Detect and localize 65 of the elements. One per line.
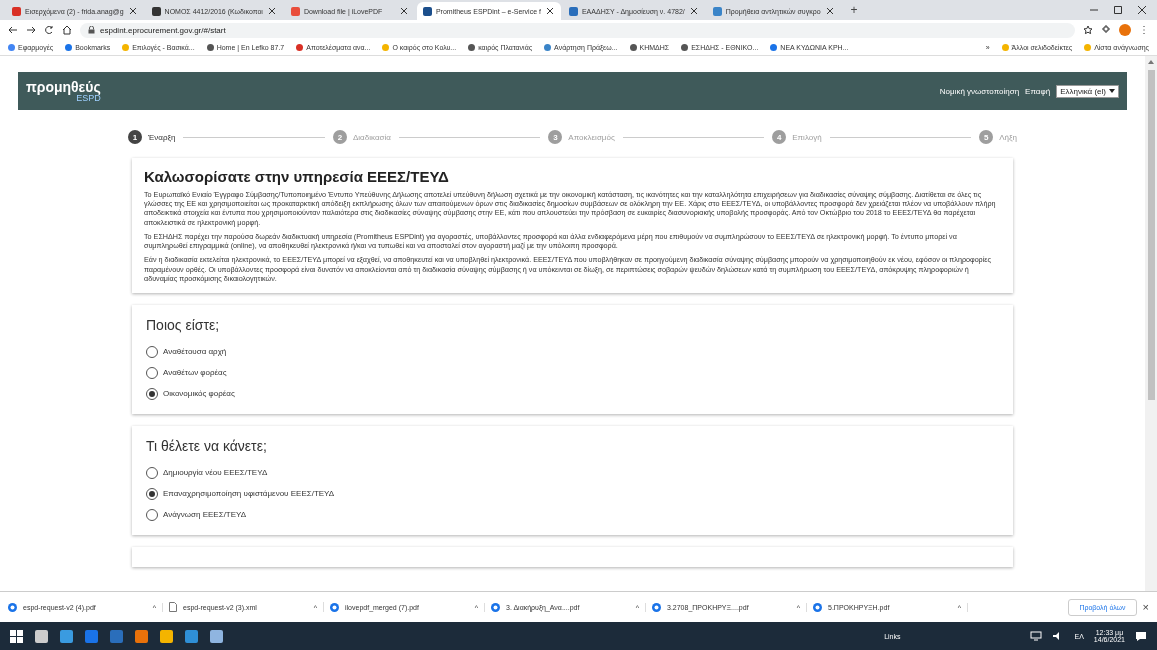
header-link[interactable]: Νομική γνωστοποίηση	[939, 86, 1020, 96]
radio-option[interactable]: Οικονομικός φορέας	[146, 387, 999, 400]
dropdown-caret-icon	[1109, 89, 1115, 93]
new-tab-button[interactable]: +	[842, 3, 866, 17]
language-select[interactable]: Ελληνικά (el)	[1056, 84, 1119, 98]
close-tab-icon[interactable]	[398, 6, 409, 16]
step-number: 1	[128, 130, 142, 144]
intro-title: Καλωσορίσατε στην υπηρεσία ΕΕΕΣ/ΤΕΥΔ	[144, 168, 450, 185]
windows-logo-icon[interactable]	[10, 629, 23, 643]
reload-icon[interactable]	[44, 25, 54, 35]
header-link[interactable]: Επαφή	[1025, 86, 1051, 96]
close-tab-icon[interactable]	[688, 6, 699, 16]
step-label: Λήξη	[999, 132, 1018, 142]
question-title: Τι θέλετε να κάνετε;	[146, 437, 268, 454]
step-number: 3	[548, 130, 563, 144]
profile-avatar-icon[interactable]	[1119, 24, 1131, 36]
maximize-icon[interactable]	[1113, 5, 1123, 15]
forward-icon[interactable]	[26, 25, 36, 35]
step-label: Αποκλεισμός	[568, 132, 615, 142]
favicon-icon	[290, 6, 300, 16]
pdf-file-icon	[813, 602, 822, 612]
taskbar-app-icon[interactable]	[60, 629, 73, 643]
address-field[interactable]: espdint.eprocurement.gov.gr/#/start	[80, 22, 1075, 38]
close-tab-icon[interactable]	[266, 6, 277, 16]
radio-option[interactable]: Επαναχρησιμοποίηση υφιστάμενου ΕΕΕΣ/ΤΕΥΔ	[146, 487, 999, 500]
step-number: 4	[772, 130, 787, 144]
radio-option[interactable]: Αναθέτων φορέας	[146, 366, 999, 379]
pdf-file-icon	[652, 602, 661, 612]
radio-option[interactable]: Ανάγνωση ΕΕΕΣ/ΤΕΥΔ	[146, 508, 999, 521]
favicon-icon	[12, 6, 21, 16]
taskbar-app-icon[interactable]	[35, 629, 48, 643]
step-number: 5	[979, 130, 994, 144]
close-tab-icon[interactable]	[824, 6, 835, 16]
taskbar-app-icon[interactable]	[210, 629, 223, 643]
lock-icon	[88, 26, 95, 34]
close-downloads-button[interactable]: ×	[1142, 601, 1149, 613]
home-icon[interactable]	[62, 25, 72, 35]
back-icon[interactable]	[8, 25, 18, 35]
scroll-up-icon[interactable]	[1148, 60, 1154, 64]
pdf-file-icon	[8, 602, 17, 612]
radio-option[interactable]: Δημιουργία νέου ΕΕΕΣ/ΤΕΥΔ	[146, 466, 999, 479]
close-icon[interactable]	[1137, 5, 1147, 15]
network-icon[interactable]	[1030, 631, 1043, 641]
taskbar-app-icon[interactable]	[185, 629, 198, 643]
favicon-icon	[422, 6, 432, 16]
question-title: Ποιος είστε;	[146, 316, 221, 333]
scrollbar[interactable]	[1145, 56, 1157, 591]
notification-icon[interactable]	[1135, 630, 1147, 642]
favicon-icon	[568, 6, 578, 16]
taskbar-app-icon[interactable]	[135, 629, 148, 643]
pdf-file-icon	[491, 602, 500, 612]
close-tab-icon[interactable]	[127, 6, 138, 16]
step-number: 2	[333, 130, 347, 144]
radio-option[interactable]: Αναθέτουσα αρχή	[146, 345, 999, 358]
close-tab-icon[interactable]	[544, 6, 555, 16]
step-label: Έναρξη	[148, 132, 176, 142]
star-icon[interactable]	[1083, 25, 1093, 35]
favicon-icon	[712, 6, 722, 16]
pdf-file-icon	[330, 602, 339, 612]
favicon-icon	[151, 6, 161, 16]
step-label: Επιλογή	[792, 132, 822, 142]
step-label: Διαδικασία	[353, 132, 391, 142]
site-logo: προμηθεύς ESPD	[26, 79, 101, 103]
file-icon	[169, 602, 177, 612]
taskbar-app-icon[interactable]	[160, 629, 173, 643]
